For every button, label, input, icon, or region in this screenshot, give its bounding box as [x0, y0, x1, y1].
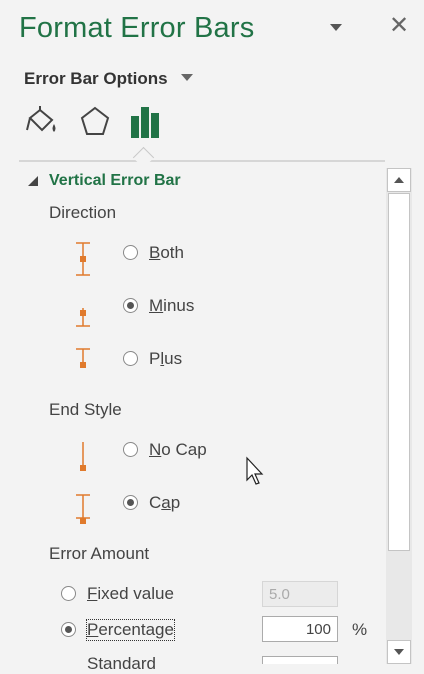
label-both[interactable]: Both	[149, 243, 184, 263]
mouse-cursor-icon	[246, 456, 264, 485]
section-title[interactable]: Vertical Error Bar	[49, 172, 181, 190]
radio-minus[interactable]	[123, 298, 138, 313]
end-style-label: End Style	[49, 400, 122, 419]
percentage-input[interactable]: 100	[262, 616, 338, 642]
radio-percentage[interactable]	[61, 622, 76, 637]
label-minus[interactable]: Minus	[149, 296, 194, 316]
pane-title: Format Error Bars	[19, 12, 255, 44]
scrollbar-thumb[interactable]	[388, 193, 410, 551]
label-cap[interactable]: Cap	[149, 493, 180, 513]
radio-both[interactable]	[123, 245, 138, 260]
standard-input[interactable]	[262, 656, 338, 664]
fill-line-icon[interactable]	[24, 104, 60, 140]
label-standard[interactable]: Standard	[87, 654, 156, 674]
label-fixed-value[interactable]: Fixed value	[87, 584, 174, 604]
radio-cap[interactable]	[123, 495, 138, 510]
label-no-cap[interactable]: No Cap	[149, 440, 207, 460]
collapse-triangle-icon[interactable]	[28, 176, 38, 186]
radio-no-cap[interactable]	[123, 442, 138, 457]
cap-glyph-icon	[76, 494, 90, 524]
no-cap-glyph-icon	[80, 442, 86, 471]
bar-options-icon[interactable]	[128, 104, 164, 140]
scroll-down-icon[interactable]	[387, 640, 411, 664]
percent-unit: %	[352, 620, 368, 639]
pane-options-chevron-icon[interactable]	[330, 24, 342, 31]
radio-plus[interactable]	[123, 351, 138, 366]
tab-divider	[19, 160, 385, 162]
label-percentage[interactable]: Percentage	[86, 619, 175, 641]
error-amount-label: Error Amount	[49, 544, 150, 563]
close-icon[interactable]: ✕	[389, 14, 409, 38]
scroll-up-icon[interactable]	[387, 168, 411, 192]
both-glyph-icon	[76, 242, 90, 276]
active-tab-pointer	[132, 146, 155, 169]
error-bar-options-dropdown[interactable]: Error Bar Options	[24, 69, 168, 89]
direction-label: Direction	[49, 203, 117, 222]
radio-fixed-value[interactable]	[61, 586, 76, 601]
chevron-down-icon[interactable]	[181, 74, 193, 81]
fixed-value-input[interactable]: 5.0	[262, 581, 338, 607]
label-plus[interactable]: Plus	[149, 349, 182, 369]
minus-glyph-icon	[76, 308, 90, 327]
effects-pentagon-icon[interactable]	[77, 104, 113, 140]
plus-glyph-icon	[76, 348, 90, 368]
